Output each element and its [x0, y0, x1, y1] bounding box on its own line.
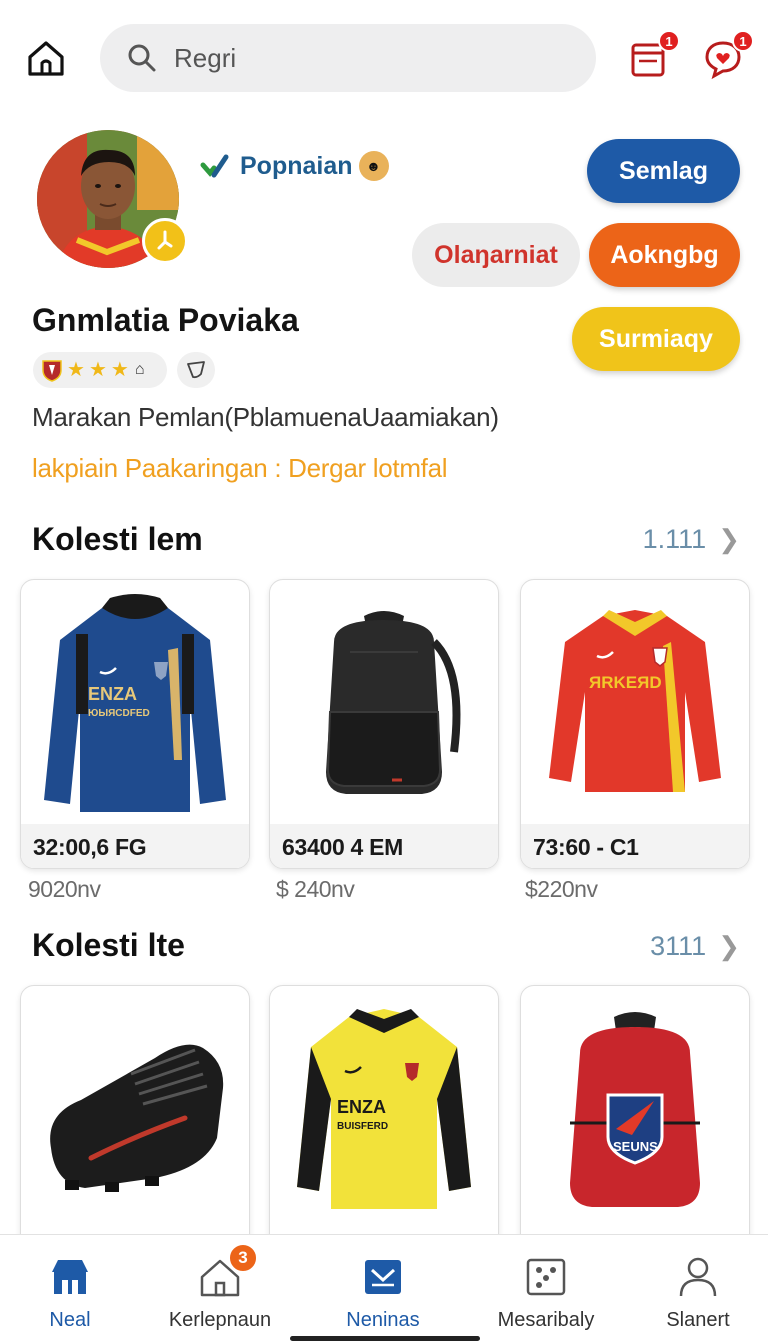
- product-code: 32:00,6 FG: [21, 824, 249, 868]
- section-title: Kolesti lte: [32, 927, 185, 963]
- shop-icon: [48, 1255, 92, 1299]
- product-card[interactable]: ENZA ЮЫЯCDFED 32:00,6 FG: [20, 579, 250, 869]
- black-backpack-image: [270, 580, 498, 824]
- brand-name: Popnaian: [240, 151, 353, 180]
- mail-icon: [361, 1255, 405, 1299]
- star-icon: ★: [67, 359, 85, 381]
- nav-label: Slanert: [666, 1309, 730, 1331]
- notifications-badge: 1: [658, 30, 680, 52]
- section-count: 3111: [650, 931, 707, 961]
- star-icon: ★: [88, 359, 107, 381]
- nav-item-neninas[interactable]: Neninas: [330, 1235, 436, 1344]
- promo-text[interactable]: lakpiain Paakaringan : Dergar lotmfal: [32, 453, 448, 484]
- section-count-link[interactable]: 1.111 ❯: [643, 524, 740, 555]
- profile-name: Gnmlatia Poviaka: [32, 302, 299, 338]
- nav-item-mesaribaly[interactable]: Mesaribaly: [486, 1235, 606, 1344]
- verified-badge: [142, 218, 188, 264]
- lock-icon: ⌂: [134, 361, 145, 378]
- shield-icon: [187, 361, 205, 379]
- messages-button[interactable]: 1: [698, 30, 754, 84]
- star-icon: ★: [110, 359, 129, 381]
- section-count-link[interactable]: 3111 ❯: [650, 931, 740, 962]
- messages-badge: 1: [732, 30, 754, 52]
- red-jersey-image: ЯRKEЯD: [521, 580, 749, 824]
- product-code: 73:60 - C1: [521, 824, 749, 868]
- svg-text:SEUNS: SEUNS: [613, 1139, 658, 1154]
- black-boot-image: [21, 986, 249, 1230]
- nav-label: Mesaribaly: [497, 1309, 595, 1331]
- product-code: 63400 4 EM: [270, 824, 498, 868]
- secondary-action-button[interactable]: Olaŋarniat: [412, 223, 580, 287]
- smiley-icon: ☻: [358, 151, 389, 181]
- svg-text:ЮЫЯCDFED: ЮЫЯCDFED: [88, 708, 150, 719]
- nav-item-neal[interactable]: Neal: [22, 1235, 118, 1344]
- yellow-jersey-image: ENZA BUISFERD: [270, 986, 498, 1230]
- nav-label: Neninas: [346, 1309, 420, 1331]
- primary-action-button[interactable]: Semlag: [587, 139, 740, 203]
- search-icon: [126, 42, 158, 74]
- section-title: Kolesti lem: [32, 521, 203, 557]
- nav-label: Kerlepnaun: [168, 1309, 272, 1331]
- svg-text:ENZA: ENZA: [88, 684, 137, 704]
- home-button[interactable]: [22, 34, 70, 82]
- brand-label: Popnaian ☻: [200, 146, 389, 186]
- top-bar: 1 1: [0, 0, 768, 110]
- yellow-action-button[interactable]: Surmiaqy: [572, 307, 740, 371]
- svg-text:ENZA: ENZA: [337, 1097, 386, 1117]
- nav-badge: 3: [228, 1243, 258, 1273]
- dice-icon: [524, 1255, 568, 1299]
- svg-text:ЯRKEЯD: ЯRKEЯD: [589, 673, 662, 692]
- red-backpack-image: SEUNS: [521, 986, 749, 1230]
- chevron-right-icon: ❯: [718, 524, 740, 554]
- product-card[interactable]: SEUNS: [520, 985, 750, 1275]
- profile-subtitle: Marakan Pemlan(PblamuenaUaamiakan): [32, 402, 499, 432]
- section-count: 1.111: [642, 524, 707, 554]
- product-card[interactable]: 63400 4 EM: [269, 579, 499, 869]
- blue-jersey-image: ENZA ЮЫЯCDFED: [21, 580, 249, 824]
- svg-text:BUISFERD: BUISFERD: [337, 1121, 388, 1132]
- nav-item-slanert[interactable]: Slanert: [650, 1235, 746, 1344]
- verified-icon: [157, 230, 173, 250]
- nav-label: Neal: [49, 1309, 91, 1331]
- product-price: 9020nv: [28, 876, 101, 902]
- product-price: $ 240nv: [276, 876, 355, 902]
- bottom-navigation: Neal 3 Kerlepnaun Neninas Mesaribaly Sla…: [0, 1234, 768, 1344]
- product-card[interactable]: ЯRKEЯD 73:60 - C1: [520, 579, 750, 869]
- home-icon: [28, 41, 64, 76]
- home-indicator: [290, 1336, 480, 1341]
- nav-item-kerlepnaun[interactable]: 3 Kerlepnaun: [162, 1235, 278, 1344]
- product-card[interactable]: ENZA BUISFERD: [269, 985, 499, 1275]
- product-price: $220nv: [525, 876, 598, 902]
- product-card[interactable]: [20, 985, 250, 1275]
- search-input[interactable]: [174, 42, 554, 74]
- orange-action-button[interactable]: Aokngbg: [589, 223, 740, 287]
- chevron-right-icon: ❯: [718, 931, 740, 961]
- brand-logo-icon: [200, 154, 229, 178]
- person-icon: [676, 1255, 720, 1299]
- notifications-button[interactable]: 1: [624, 30, 680, 84]
- search-bar[interactable]: [100, 24, 596, 92]
- rating-chip[interactable]: ★ ★ ★ ⌂: [33, 352, 167, 388]
- shield-chip[interactable]: [177, 352, 215, 388]
- house-icon: 3: [198, 1243, 258, 1299]
- club-crest-icon: [42, 360, 62, 382]
